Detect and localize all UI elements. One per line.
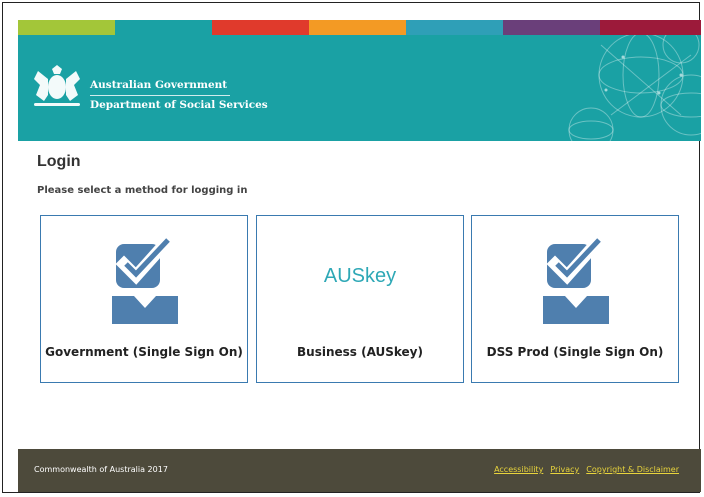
page-subtitle: Please select a method for logging in: [37, 185, 248, 196]
strip-segment: [212, 20, 309, 35]
header-banner: Australian Government Department of Soci…: [18, 35, 701, 141]
login-option-dss-prod-sso[interactable]: DSS Prod (Single Sign On): [471, 215, 679, 383]
department-name: Department of Social Services: [90, 99, 268, 111]
strip-segment: [18, 20, 115, 35]
footer-copyright: Commonwealth of Australia 2017: [34, 465, 168, 474]
strip-segment: [309, 20, 406, 35]
page-title: Login: [37, 153, 81, 170]
user-check-icon: [543, 236, 610, 324]
government-name: Australian Government: [90, 79, 230, 96]
footer-links: Accessibility Privacy Copyright & Discla…: [494, 465, 679, 474]
login-option-government-sso[interactable]: Government (Single Sign On): [40, 215, 248, 383]
card-label: DSS Prod (Single Sign On): [486, 345, 664, 359]
card-label: Business (AUSkey): [297, 345, 423, 359]
strip-segment: [503, 20, 600, 35]
color-strip: [18, 20, 701, 35]
strip-segment: [115, 20, 212, 35]
strip-segment: [600, 20, 701, 35]
footer: Commonwealth of Australia 2017 Accessibi…: [18, 449, 701, 492]
globe-decoration-icon: [568, 35, 701, 141]
user-check-icon: [112, 236, 179, 324]
login-option-business-auskey[interactable]: AUSkey Business (AUSkey): [256, 215, 464, 383]
strip-segment: [406, 20, 503, 35]
coat-of-arms-icon: [34, 65, 80, 106]
card-label: Government (Single Sign On): [45, 345, 243, 359]
privacy-link[interactable]: Privacy: [550, 465, 579, 474]
copyright-disclaimer-link[interactable]: Copyright & Disclaimer: [586, 465, 679, 474]
government-branding: Australian Government Department of Soci…: [90, 79, 268, 111]
auskey-logo: AUSkey: [323, 265, 397, 287]
accessibility-link[interactable]: Accessibility: [494, 465, 543, 474]
